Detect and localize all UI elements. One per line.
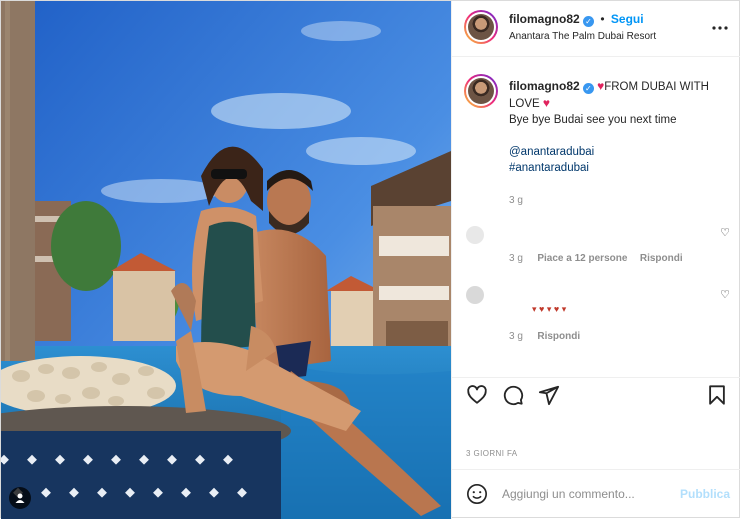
post-actions: 3 GIORNI FA: [452, 377, 740, 467]
emoji-icon[interactable]: [466, 483, 488, 510]
follow-button[interactable]: Segui: [611, 12, 644, 26]
reply-button[interactable]: Rispondi: [640, 253, 683, 264]
comment-avatar[interactable]: [466, 286, 484, 304]
comment-meta: 3 g Piace a 12 persone Rispondi: [509, 248, 683, 266]
red-heart-emoji-icon: ♥: [542, 96, 551, 110]
post-header: filomagno82 ✓ • Segui Anantara The Palm …: [452, 1, 740, 57]
post-photo[interactable]: [1, 1, 451, 519]
header-user-line: filomagno82 ✓ • Segui: [509, 12, 644, 27]
post-date[interactable]: 3 GIORNI FA: [466, 449, 518, 458]
comment-like-heart-icon[interactable]: ♡: [720, 226, 730, 239]
caption-avatar[interactable]: [464, 74, 498, 108]
comment-input[interactable]: Aggiungi un commento...: [502, 487, 635, 501]
comment-time: 3 g: [509, 331, 523, 342]
comment-composer: Aggiungi un commento... Pubblica: [452, 469, 740, 519]
hashtag-link[interactable]: #anantaradubai: [509, 162, 589, 174]
caption-line-2: Bye bye Budai see you next time: [509, 114, 677, 126]
comments-section: filomagno82 ✓ ♥FROM DUBAI WITH LOVE ♥ By…: [452, 58, 740, 376]
mention-link[interactable]: @anantaradubai: [509, 146, 594, 158]
caption-time: 3 g: [509, 195, 523, 206]
caption-username[interactable]: filomagno82: [509, 79, 580, 93]
comment-emoji-icon: ▾ ♥ ▾ ♥ ▾: [532, 304, 567, 314]
instagram-post: filomagno82 ✓ • Segui Anantara The Palm …: [0, 0, 740, 519]
caption-text-2: LOVE: [509, 98, 540, 110]
user-tag-icon[interactable]: [9, 487, 31, 509]
publish-button[interactable]: Pubblica: [680, 487, 730, 501]
avatar[interactable]: [464, 10, 498, 44]
separator-dot: •: [600, 12, 605, 26]
post-side-panel: filomagno82 ✓ • Segui Anantara The Palm …: [451, 1, 740, 519]
post-photo-image: [1, 1, 451, 519]
heart-icon[interactable]: [466, 384, 490, 408]
share-icon[interactable]: [538, 384, 562, 408]
verified-icon: ✓: [583, 16, 595, 27]
caption-text-1: FROM DUBAI WITH: [604, 81, 709, 93]
bookmark-icon[interactable]: [706, 384, 730, 408]
comment-likes[interactable]: Piace a 12 persone: [537, 253, 627, 264]
header-username[interactable]: filomagno82: [509, 12, 580, 26]
comment-icon[interactable]: [502, 384, 526, 408]
comment-like-heart-icon[interactable]: ♡: [720, 288, 730, 301]
reply-button[interactable]: Rispondi: [537, 331, 580, 342]
comment-time: 3 g: [509, 253, 523, 264]
caption: filomagno82 ✓ ♥FROM DUBAI WITH LOVE ♥ By…: [509, 78, 729, 209]
more-options-icon[interactable]: [712, 17, 728, 35]
comment-meta: 3 g Rispondi: [509, 326, 580, 344]
location-link[interactable]: Anantara The Palm Dubai Resort: [509, 31, 656, 42]
verified-icon: ✓: [582, 83, 594, 94]
comment-avatar[interactable]: [466, 226, 484, 244]
